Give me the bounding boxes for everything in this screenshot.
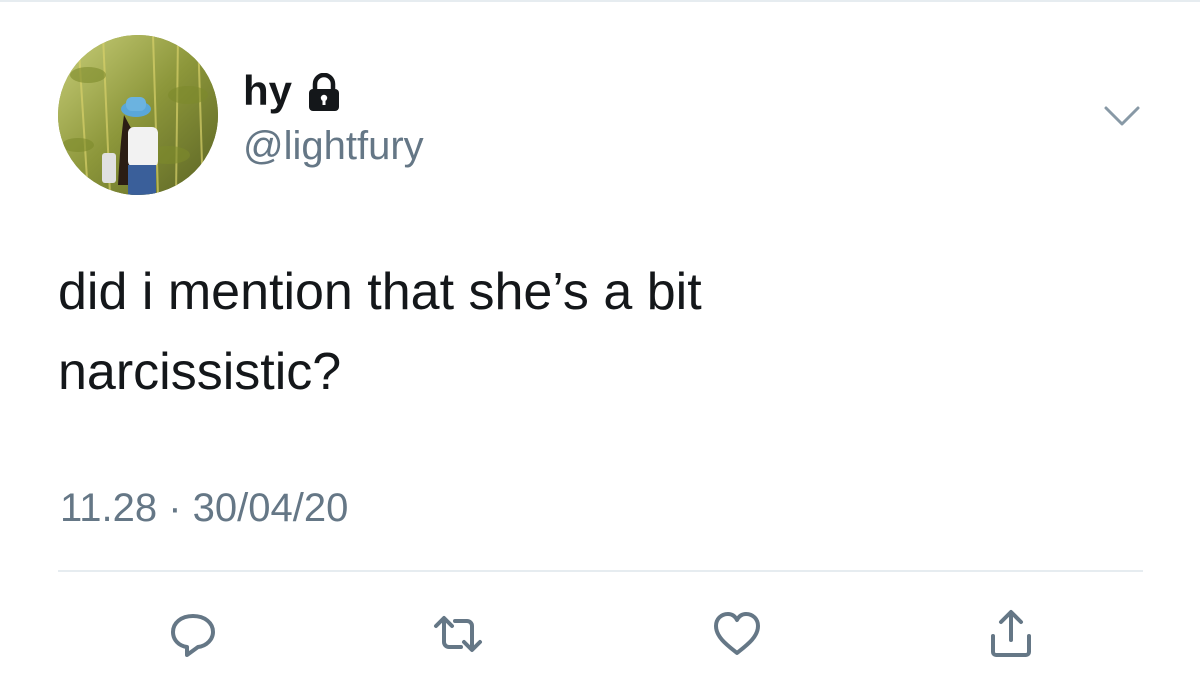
user-handle[interactable]: @lightfury xyxy=(243,122,424,170)
divider xyxy=(58,570,1143,572)
retweet-icon xyxy=(434,616,482,652)
chevron-down-icon[interactable] xyxy=(1100,100,1144,130)
like-button[interactable] xyxy=(707,604,767,664)
tweet-text: did i mention that she’s a bit narcissis… xyxy=(58,263,702,401)
share-button[interactable] xyxy=(981,604,1041,664)
display-name[interactable]: hy xyxy=(243,66,292,116)
heart-icon xyxy=(714,612,760,655)
lock-icon xyxy=(306,72,342,113)
top-border xyxy=(0,0,1200,2)
reply-button[interactable] xyxy=(163,604,223,664)
tweet-timestamp[interactable]: 11.28 · 30/04/20 xyxy=(60,484,348,532)
avatar-image xyxy=(58,35,218,195)
avatar[interactable] xyxy=(58,35,218,195)
reply-icon xyxy=(171,614,215,657)
retweet-button[interactable] xyxy=(428,604,488,664)
user-name-row[interactable]: hy xyxy=(243,66,342,116)
share-icon xyxy=(991,610,1031,657)
